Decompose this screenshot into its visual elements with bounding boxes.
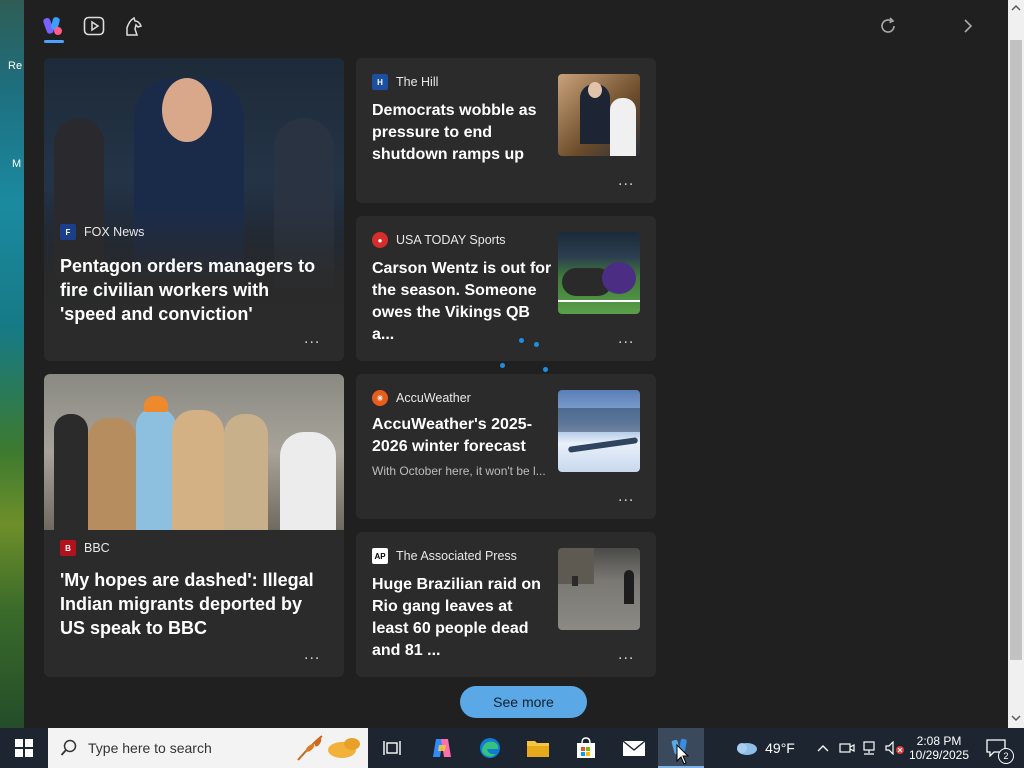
- next-button[interactable]: [954, 12, 982, 40]
- feed-icon: [43, 17, 62, 35]
- news-card-fox[interactable]: F FOX News Pentagon orders managers to f…: [44, 58, 344, 361]
- microsoft-store-button[interactable]: [564, 728, 608, 768]
- scrollbar-thumb[interactable]: [1010, 40, 1022, 660]
- copilot-button[interactable]: [420, 728, 464, 768]
- bbc-logo-icon: B: [60, 540, 76, 556]
- clock[interactable]: 2:08 PM 10/29/2025: [906, 728, 972, 768]
- news-source: F FOX News: [60, 224, 144, 240]
- tab-feed[interactable]: [40, 12, 68, 40]
- article-thumbnail: [558, 548, 640, 630]
- volume-muted-icon: [885, 741, 904, 755]
- taskbar: Type here to search 49°F 2:08 PM 10/29/2…: [0, 728, 1024, 768]
- more-options-button[interactable]: ...: [618, 330, 634, 348]
- more-options-button[interactable]: ...: [304, 646, 320, 664]
- cloud-icon: [737, 743, 758, 755]
- the-hill-logo-icon: H: [372, 74, 388, 90]
- network-icon: [863, 741, 875, 755]
- see-more-button[interactable]: See more: [460, 686, 587, 718]
- usa-today-logo-icon: ●: [372, 232, 388, 248]
- news-source: AP The Associated Press: [372, 548, 517, 564]
- volume-button[interactable]: [884, 728, 906, 768]
- news-card-bbc[interactable]: B BBC 'My hopes are dashed': Illegal Ind…: [44, 374, 344, 677]
- task-view-icon: [383, 741, 401, 755]
- news-card-accuweather[interactable]: ☀ AccuWeather AccuWeather's 2025-2026 wi…: [356, 374, 656, 519]
- active-tab-indicator: [44, 40, 64, 43]
- task-view-button[interactable]: [372, 728, 412, 768]
- article-image: [44, 374, 344, 530]
- edge-browser-icon: [480, 738, 500, 758]
- refresh-icon: [881, 17, 895, 33]
- file-explorer-button[interactable]: [516, 728, 560, 768]
- mouse-cursor-icon: [676, 744, 690, 765]
- store-bag-icon: [577, 737, 595, 758]
- start-button[interactable]: [0, 728, 48, 768]
- chevron-right-icon: [964, 19, 973, 33]
- video-camera-icon: [839, 743, 855, 753]
- chess-knight-icon: [126, 16, 142, 36]
- widgets-panel: F FOX News Pentagon orders managers to f…: [24, 0, 1008, 728]
- news-headline[interactable]: Pentagon orders managers to fire civilia…: [60, 254, 330, 326]
- news-snippet: With October here, it won't be l...: [372, 464, 546, 478]
- news-source: ☀ AccuWeather: [372, 390, 471, 406]
- clock-date: 10/29/2025: [908, 748, 970, 762]
- edge-button[interactable]: [468, 728, 512, 768]
- news-headline[interactable]: Carson Wentz is out for the season. Some…: [372, 258, 552, 346]
- desktop-icon-label[interactable]: M: [12, 158, 21, 170]
- scroll-up-icon[interactable]: [1011, 4, 1021, 12]
- news-source: ● USA TODAY Sports: [372, 232, 506, 248]
- weather-temperature: 49°F: [765, 740, 795, 756]
- article-thumbnail: [558, 232, 640, 314]
- article-thumbnail: [558, 74, 640, 156]
- more-options-button[interactable]: ...: [304, 330, 320, 348]
- news-headline[interactable]: 'My hopes are dashed': Illegal Indian mi…: [60, 568, 330, 640]
- copilot-icon: [433, 739, 451, 757]
- windows-logo-icon: [15, 739, 33, 757]
- news-source: B BBC: [60, 540, 110, 556]
- scroll-down-icon[interactable]: [1011, 714, 1021, 722]
- weather-widget[interactable]: 49°F: [728, 728, 800, 768]
- taskbar-search-box[interactable]: Type here to search: [48, 728, 368, 768]
- more-options-button[interactable]: ...: [618, 488, 634, 506]
- news-headline[interactable]: AccuWeather's 2025-2026 winter forecast: [372, 414, 552, 458]
- notifications-button[interactable]: 2: [978, 728, 1014, 768]
- news-source: H The Hill: [372, 74, 438, 90]
- scrollbar[interactable]: [1008, 0, 1024, 728]
- mail-envelope-icon: [622, 740, 646, 756]
- tab-games[interactable]: [120, 12, 148, 40]
- tab-video[interactable]: [80, 12, 108, 40]
- fox-news-logo-icon: F: [60, 224, 76, 240]
- search-icon: [60, 739, 77, 756]
- news-card-the-hill[interactable]: H The Hill Democrats wobble as pressure …: [356, 58, 656, 203]
- desktop-strip: Re M: [0, 0, 24, 728]
- news-headline[interactable]: Huge Brazilian raid on Rio gang leaves a…: [372, 574, 552, 662]
- accuweather-logo-icon: ☀: [372, 390, 388, 406]
- ap-logo-icon: AP: [372, 548, 388, 564]
- meet-now-button[interactable]: [838, 728, 856, 768]
- clock-time: 2:08 PM: [916, 734, 962, 748]
- desktop-icon-label[interactable]: Re: [8, 60, 22, 72]
- news-card-associated-press[interactable]: AP The Associated Press Huge Brazilian r…: [356, 532, 656, 677]
- mail-button[interactable]: [612, 728, 656, 768]
- search-placeholder: Type here to search: [88, 740, 212, 756]
- news-card-usa-today-sports[interactable]: ● USA TODAY Sports Carson Wentz is out f…: [356, 216, 656, 361]
- show-hidden-icons-button[interactable]: [814, 728, 832, 768]
- chevron-up-icon: [817, 745, 829, 752]
- refresh-button[interactable]: [874, 12, 902, 40]
- autumn-leaves-icon: [297, 735, 360, 761]
- network-button[interactable]: [860, 728, 878, 768]
- play-video-icon: [83, 16, 105, 36]
- more-options-button[interactable]: ...: [618, 646, 634, 664]
- news-headline[interactable]: Democrats wobble as pressure to end shut…: [372, 100, 552, 166]
- more-options-button[interactable]: ...: [618, 172, 634, 190]
- notification-count-badge: 2: [998, 748, 1014, 764]
- folder-icon: [527, 741, 549, 757]
- article-thumbnail: [558, 390, 640, 472]
